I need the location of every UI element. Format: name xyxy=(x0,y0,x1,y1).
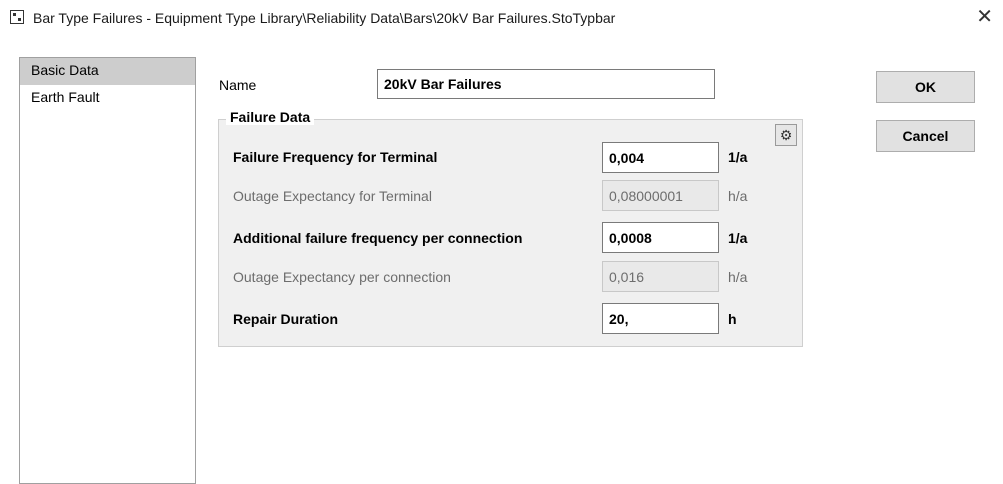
close-icon[interactable]: ✕ xyxy=(976,6,993,28)
repair-duration-label: Repair Duration xyxy=(233,311,339,327)
name-label: Name xyxy=(219,77,257,93)
window-title: Bar Type Failures - Equipment Type Libra… xyxy=(33,10,616,26)
outage-expectancy-connection-unit: h/a xyxy=(728,269,748,285)
ok-button[interactable]: OK xyxy=(876,71,975,103)
app-icon xyxy=(10,10,24,24)
failure-frequency-terminal-label: Failure Frequency for Terminal xyxy=(233,149,438,165)
outage-expectancy-connection-input xyxy=(602,261,719,292)
outage-expectancy-terminal-input xyxy=(602,180,719,211)
additional-failure-frequency-label: Additional failure frequency per connect… xyxy=(233,230,523,246)
outage-expectancy-connection-label: Outage Expectancy per connection xyxy=(233,269,451,285)
sidebar-item-basic-data[interactable]: Basic Data xyxy=(20,58,195,85)
gear-icon: ⚙ xyxy=(779,126,793,143)
outage-expectancy-terminal-unit: h/a xyxy=(728,188,748,204)
cancel-button[interactable]: Cancel xyxy=(876,120,975,152)
repair-duration-input[interactable] xyxy=(602,303,719,334)
sidebar-item-earth-fault[interactable]: Earth Fault xyxy=(20,85,195,112)
outage-expectancy-terminal-label: Outage Expectancy for Terminal xyxy=(233,188,432,204)
repair-duration-unit: h xyxy=(728,311,737,327)
failure-frequency-terminal-input[interactable] xyxy=(602,142,719,173)
additional-failure-frequency-input[interactable] xyxy=(602,222,719,253)
additional-failure-frequency-unit: 1/a xyxy=(728,230,748,246)
settings-button[interactable]: ⚙ xyxy=(775,124,797,146)
failure-data-group-title: Failure Data xyxy=(226,109,315,125)
failure-frequency-terminal-unit: 1/a xyxy=(728,149,748,165)
name-input[interactable] xyxy=(377,69,715,99)
title-bar: Bar Type Failures - Equipment Type Libra… xyxy=(0,0,1003,38)
page-navigation: Basic Data Earth Fault xyxy=(19,57,196,484)
